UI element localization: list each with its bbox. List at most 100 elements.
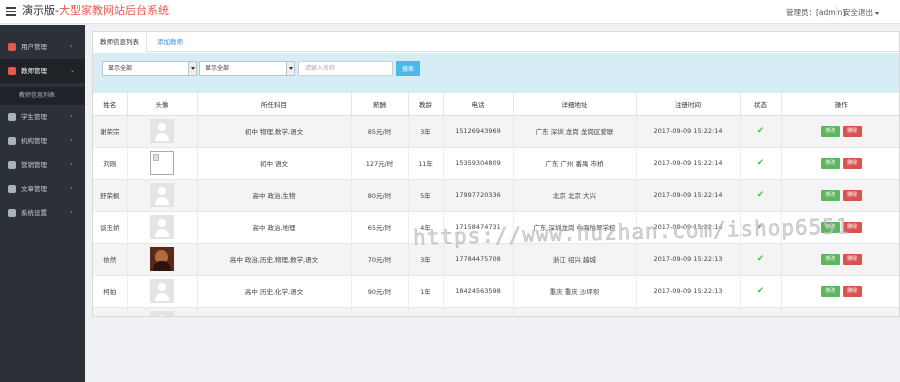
edit-button[interactable]: 修改 xyxy=(820,125,840,137)
cell-salary: 70元/时 xyxy=(351,243,409,276)
cell-status: ✔ xyxy=(740,179,782,212)
cell-name: 舒荣枫 xyxy=(93,179,128,212)
table-row: 柯拍 高中 历史,化学,语文 90元/时 1年 18424563598 重庆 重庆 沙坪坝… xyxy=(93,275,899,308)
cell-phone: 15126943969 xyxy=(443,115,514,148)
edit-button[interactable]: 修改 xyxy=(820,189,840,201)
sidebar-item-teachers[interactable]: 教师管理 ⌄ xyxy=(0,59,85,83)
avatar xyxy=(150,151,174,175)
delete-button[interactable]: 删除 xyxy=(842,157,862,169)
delete-button[interactable]: 删除 xyxy=(842,189,862,201)
cell-salary xyxy=(351,307,409,316)
student-icon xyxy=(8,113,16,121)
sidebar-item-orgs[interactable]: 机构管理 › xyxy=(0,129,85,153)
sidebar-item-label: 用户管理 xyxy=(21,43,47,51)
cell-time: 2017-09-09 15:22:13 xyxy=(636,243,741,276)
users-icon xyxy=(8,43,16,51)
chevron-down-icon[interactable] xyxy=(188,62,196,75)
edit-button[interactable]: 修改 xyxy=(820,253,840,265)
check-icon: ✔ xyxy=(756,158,765,168)
search-input[interactable] xyxy=(298,61,393,76)
sidebar-item-settings[interactable]: 系统设置 › xyxy=(0,201,85,225)
cell-years: 3年 xyxy=(408,115,444,148)
delete-button[interactable]: 删除 xyxy=(842,125,862,137)
sidebar: 用户管理 › 教师管理 ⌄ 教师信息列表 学生管理 › 机构管理 › 营销管理 … xyxy=(0,25,85,382)
col-header: 详细地址 xyxy=(513,93,637,116)
col-header: 电话 xyxy=(443,93,514,116)
cell-time xyxy=(636,307,741,316)
menu-icon[interactable] xyxy=(6,5,16,17)
tab-bar: 教师信息列表 添加教师 xyxy=(93,32,899,53)
cell-avatar xyxy=(127,243,198,276)
sidebar-item-label: 系统设置 xyxy=(21,209,47,217)
sidebar-item-users[interactable]: 用户管理 › xyxy=(0,35,85,59)
col-header: 状态 xyxy=(740,93,782,116)
delete-button[interactable]: 删除 xyxy=(842,285,862,297)
cell-name: 谢荣宗 xyxy=(93,115,128,148)
tab-add-teacher[interactable]: 添加教师 xyxy=(150,32,190,52)
col-header: 教龄 xyxy=(408,93,444,116)
avatar xyxy=(150,279,174,303)
cell-status: ✔ xyxy=(740,275,782,308)
cell-salary: 80元/时 xyxy=(351,179,409,212)
cell-avatar xyxy=(127,275,198,308)
sidebar-item-students[interactable]: 学生管理 › xyxy=(0,105,85,129)
cell-name xyxy=(93,307,128,316)
cell-actions: 修改删除 xyxy=(781,115,899,148)
sidebar-item-label: 机构管理 xyxy=(21,137,47,145)
sidebar-item-articles[interactable]: 文章管理 › xyxy=(0,177,85,201)
cell-years xyxy=(408,307,444,316)
cell-avatar xyxy=(127,211,198,244)
cell-avatar xyxy=(127,179,198,212)
cell-salary: 65元/时 xyxy=(351,211,409,244)
cell-avatar xyxy=(127,147,198,180)
teacher-icon xyxy=(8,67,16,75)
check-icon: ✔ xyxy=(756,190,765,200)
cell-status xyxy=(740,307,782,316)
check-icon: ✔ xyxy=(756,254,765,264)
edit-button[interactable]: 修改 xyxy=(820,157,840,169)
avatar xyxy=(150,183,174,207)
cloud-icon xyxy=(8,161,16,169)
sidebar-subitem-teacher-list[interactable]: 教师信息列表 xyxy=(0,87,85,105)
cell-avatar xyxy=(127,307,198,316)
app-title: 演示版-大型家教网站后台系统 xyxy=(22,4,169,18)
cell-time: 2017-09-09 15:22:14 xyxy=(636,147,741,180)
chevron-down-icon[interactable] xyxy=(286,62,294,75)
col-header: 操作 xyxy=(781,93,899,116)
cell-actions: 修改删除 xyxy=(781,275,899,308)
cell-actions: 修改删除 xyxy=(781,307,899,316)
cell-actions: 修改删除 xyxy=(781,147,899,180)
table-row: 谢荣宗 初中 物理,数学,语文 85元/时 3年 15126943969 广东 深圳 龙岗… xyxy=(93,115,899,148)
cell-actions: 修改删除 xyxy=(781,243,899,276)
cell-subjects: 高中 政治,地理 xyxy=(197,211,352,244)
filter-select-2[interactable]: 显示全部 xyxy=(199,61,295,76)
article-icon xyxy=(8,185,16,193)
top-header: 演示版-大型家教网站后台系统 管理员：[admin] 安全退出 xyxy=(0,0,900,24)
table-row: 修改删除 xyxy=(93,307,899,316)
tab-teacher-list[interactable]: 教师信息列表 xyxy=(93,32,147,53)
delete-button[interactable]: 删除 xyxy=(842,253,862,265)
search-button[interactable]: 搜索 xyxy=(396,61,420,76)
cell-subjects xyxy=(197,307,352,316)
check-icon: ✔ xyxy=(756,126,765,136)
sidebar-item-marketing[interactable]: 营销管理 › xyxy=(0,153,85,177)
cell-name: 刘刚 xyxy=(93,147,128,180)
brand-name: 大型家教网站后台系统 xyxy=(58,4,169,17)
filter-select-1[interactable]: 显示全部 xyxy=(102,61,197,76)
cell-avatar xyxy=(127,115,198,148)
cell-time: 2017-09-09 15:22:13 xyxy=(636,275,741,308)
cell-salary: 127元/时 xyxy=(351,147,409,180)
sidebar-item-label: 学生管理 xyxy=(21,113,47,121)
brand-prefix: 演示版- xyxy=(22,4,59,17)
select-value: 显示全部 xyxy=(205,65,230,72)
chevron-down-icon: ⌄ xyxy=(70,67,76,74)
chevron-down-icon xyxy=(875,11,879,15)
cell-phone: 18424563598 xyxy=(443,275,514,308)
avatar xyxy=(150,247,174,271)
table-row: 舒荣枫 高中 政治,生物 80元/时 5年 17997720336 北京 北京 大兴 201… xyxy=(93,179,899,212)
cell-address: 广东 广州 番禺 市桥 xyxy=(513,147,637,180)
edit-button[interactable]: 修改 xyxy=(820,285,840,297)
logout-button[interactable]: 安全退出 xyxy=(843,7,879,18)
cell-years: 1年 xyxy=(408,275,444,308)
filter-bar: 显示全部 显示全部 搜索 xyxy=(93,53,899,93)
